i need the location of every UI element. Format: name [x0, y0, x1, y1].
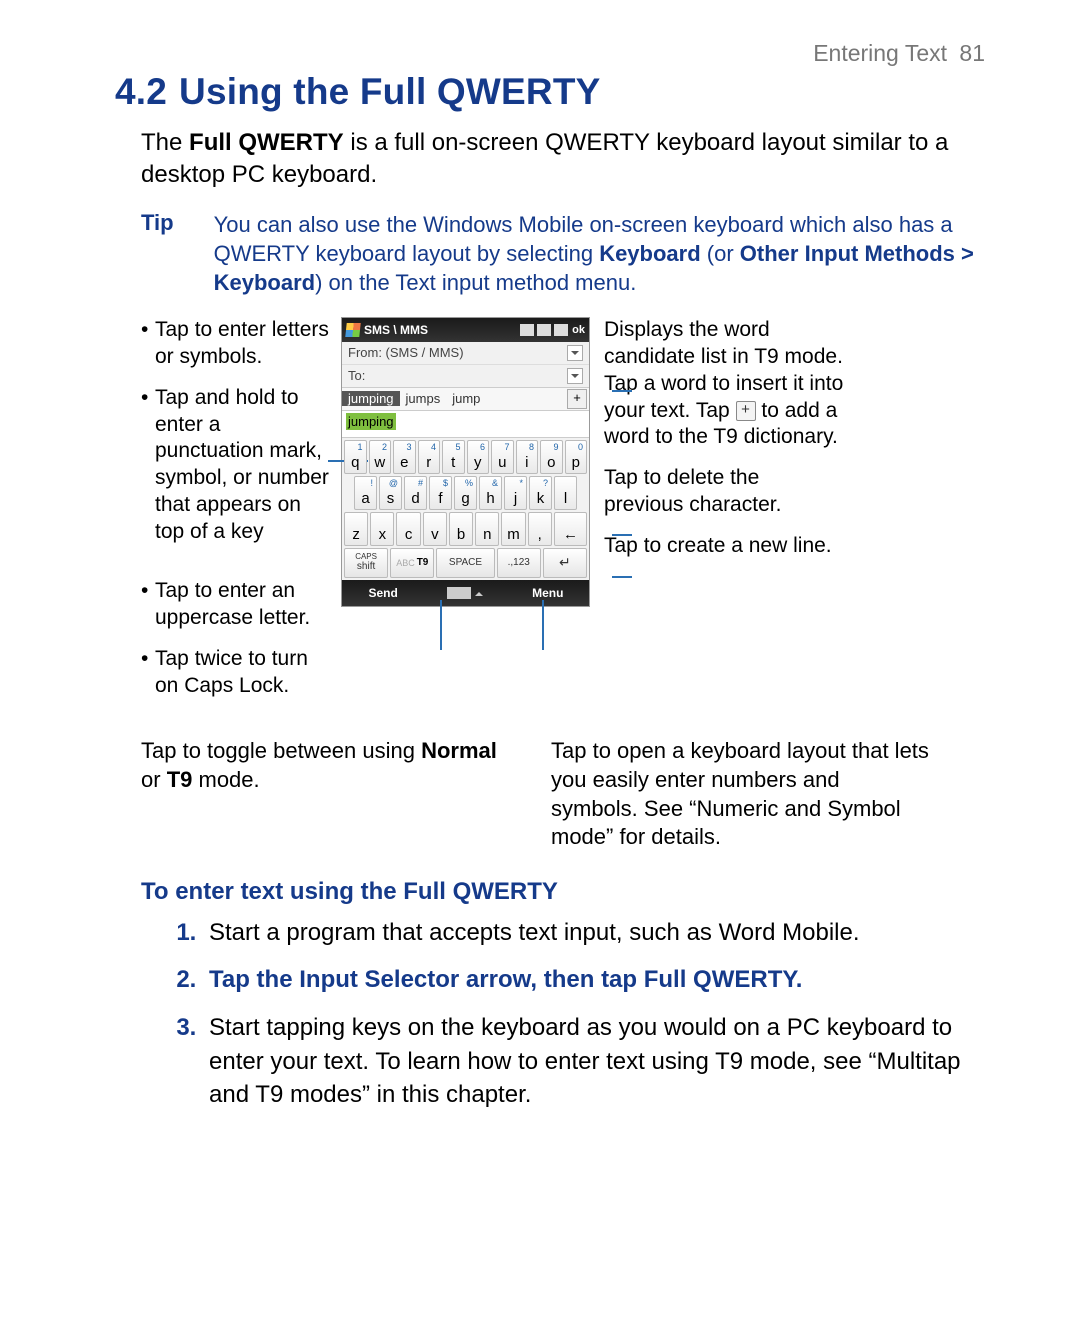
phone-screenshot: SMS \ MMS ok From: (SMS / MMS) To: jumpi…: [341, 317, 590, 607]
keyboard-key[interactable]: 8i: [516, 440, 539, 474]
leader-line: [542, 600, 544, 650]
right-callouts: Displays the word candidate list in T9 m…: [604, 317, 844, 574]
callout-tap-hold: Tap and hold to enter a punctuation mark…: [141, 385, 333, 546]
callout-delete: Tap to delete the previous character.: [604, 465, 844, 519]
page-number: 81: [959, 40, 985, 66]
plus-icon: +: [736, 401, 756, 421]
manual-page: Entering Text 81 4.2 Using the Full QWERT…: [0, 0, 1080, 1327]
keyboard-key[interactable]: z: [344, 512, 368, 546]
left-callouts: Tap to enter letters or symbols. Tap and…: [141, 317, 333, 714]
windows-flag-icon: [345, 323, 360, 337]
candidate-word[interactable]: jumping: [342, 391, 400, 406]
keyboard-key[interactable]: v: [423, 512, 447, 546]
callout-uppercase: Tap to enter an uppercase letter.: [141, 578, 333, 632]
menu-softkey[interactable]: Menu: [507, 586, 589, 600]
keyboard-key[interactable]: 5t: [442, 440, 465, 474]
keyboard-key[interactable]: !a: [354, 476, 377, 510]
callout-numeric-layout: Tap to open a keyboard layout that lets …: [551, 737, 931, 851]
keyboard-key[interactable]: #d: [404, 476, 427, 510]
subsection-heading: To enter text using the Full QWERTY: [141, 878, 985, 906]
keyboard-key[interactable]: 4r: [418, 440, 441, 474]
app-title: SMS \ MMS: [364, 323, 428, 337]
step-item: Start a program that accepts text input,…: [203, 916, 985, 950]
keyboard-key[interactable]: 3e: [393, 440, 416, 474]
function-row: CAPSshift ABCT9 SPACE .,123 ↵: [344, 548, 587, 578]
enter-icon: ↵: [559, 554, 571, 571]
softkey-bar: Send Menu: [342, 580, 589, 606]
keyboard-icon: [447, 587, 471, 599]
backspace-icon: ←: [563, 526, 578, 545]
callout-tap-letters: Tap to enter letters or symbols.: [141, 317, 333, 371]
keyboard-key[interactable]: @s: [379, 476, 402, 510]
step-item: Tap the Input Selector arrow, then tap F…: [203, 963, 985, 997]
keyboard-key[interactable]: 0p: [565, 440, 588, 474]
text-input-area[interactable]: jumping: [342, 411, 589, 437]
enter-key[interactable]: ↵: [543, 548, 587, 578]
shift-key[interactable]: CAPSshift: [344, 548, 388, 578]
annotated-diagram: Tap to enter letters or symbols. Tap and…: [141, 317, 985, 714]
sip-selector[interactable]: [424, 587, 506, 599]
signal-icon: [537, 324, 551, 336]
tip-body: You can also use the Windows Mobile on-s…: [214, 210, 985, 297]
keyboard-key[interactable]: *j: [504, 476, 527, 510]
numeric-mode-key[interactable]: .,123: [497, 548, 541, 578]
add-word-button[interactable]: +: [567, 389, 587, 409]
speaker-icon: [554, 324, 568, 336]
keyboard-key[interactable]: $f: [429, 476, 452, 510]
steps-list: Start a program that accepts text input,…: [175, 916, 985, 1112]
candidate-word[interactable]: jump: [446, 391, 486, 406]
status-bar: SMS \ MMS ok: [342, 318, 589, 342]
leader-line: [612, 534, 632, 536]
qwerty-keyboard: 1q2w3e4r5t6y7u8i9o0p !a@s#d$f%g&h*j?kl z…: [342, 437, 589, 580]
chevron-up-icon: [475, 588, 483, 596]
dropdown-icon[interactable]: [567, 345, 583, 361]
leader-line: [612, 390, 632, 392]
keyboard-key[interactable]: %g: [454, 476, 477, 510]
leader-line: [612, 576, 632, 578]
candidate-bar: jumping jumps jump +: [342, 388, 589, 411]
callout-candidate-list: Displays the word candidate list in T9 m…: [604, 317, 844, 451]
callout-newline: Tap to create a new line.: [604, 533, 844, 560]
callout-toggle-t9: Tap to toggle between using Normal or T9…: [141, 737, 521, 851]
leader-line: [440, 600, 442, 650]
keyboard-key[interactable]: x: [370, 512, 394, 546]
send-softkey[interactable]: Send: [342, 586, 424, 600]
keyboard-key[interactable]: 9o: [540, 440, 563, 474]
keyboard-key[interactable]: n: [475, 512, 499, 546]
keyboard-key[interactable]: 1q: [344, 440, 367, 474]
running-header: Entering Text 81: [115, 40, 985, 67]
keyboard-key[interactable]: &h: [479, 476, 502, 510]
keyboard-key[interactable]: ,: [528, 512, 552, 546]
to-field[interactable]: To:: [348, 368, 365, 383]
keyboard-key[interactable]: 2w: [369, 440, 392, 474]
message-header: From: (SMS / MMS) To:: [342, 342, 589, 388]
keyboard-key[interactable]: m: [501, 512, 525, 546]
below-diagram-callouts: Tap to toggle between using Normal or T9…: [141, 737, 985, 851]
network-icon: [520, 324, 534, 336]
from-field: From: (SMS / MMS): [348, 345, 464, 360]
candidate-word[interactable]: jumps: [400, 391, 447, 406]
intro-paragraph: The Full QWERTY is a full on-screen QWER…: [141, 127, 985, 192]
dropdown-icon[interactable]: [567, 368, 583, 384]
keyboard-key[interactable]: b: [449, 512, 473, 546]
keyboard-key[interactable]: l: [554, 476, 577, 510]
section-heading: Using the Full QWERTY: [179, 71, 600, 112]
page-title: 4.2 Using the Full QWERTY: [115, 71, 985, 113]
step-item: Start tapping keys on the keyboard as yo…: [203, 1011, 985, 1112]
backspace-key[interactable]: ←: [554, 512, 587, 546]
section-number: 4.2: [115, 71, 167, 112]
space-key[interactable]: SPACE: [436, 548, 494, 578]
ok-button[interactable]: ok: [572, 324, 585, 336]
section-name: Entering Text: [813, 40, 947, 66]
callout-capslock: Tap twice to turn on Caps Lock.: [141, 646, 333, 700]
keyboard-key[interactable]: 6y: [467, 440, 490, 474]
abc-t9-toggle-key[interactable]: ABCT9: [390, 548, 434, 578]
keyboard-key[interactable]: ?k: [529, 476, 552, 510]
tip-block: Tip You can also use the Windows Mobile …: [141, 210, 985, 297]
keyboard-key[interactable]: c: [396, 512, 420, 546]
tip-label: Tip: [141, 210, 174, 297]
keyboard-key[interactable]: 7u: [491, 440, 514, 474]
typed-text: jumping: [346, 413, 396, 430]
